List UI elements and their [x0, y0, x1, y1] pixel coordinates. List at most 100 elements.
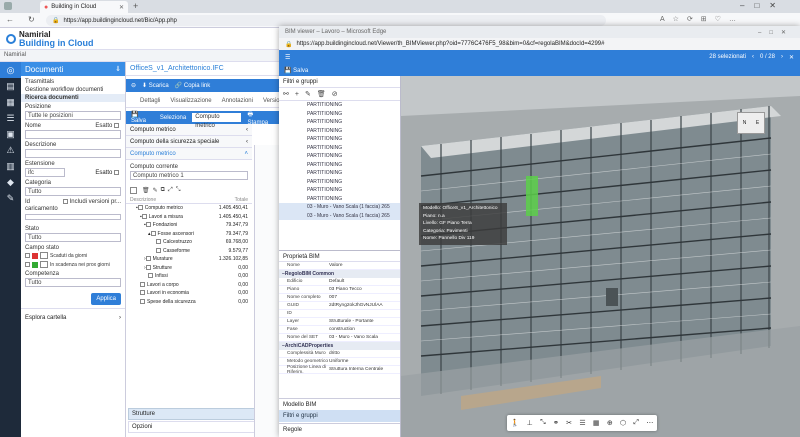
menu-icon[interactable]: ☰: [285, 54, 290, 61]
grid-nav-icon[interactable]: ▣: [0, 126, 21, 142]
scadenza-days-input[interactable]: [40, 261, 48, 269]
tree-row[interactable]: ▴ Fosse ascensori 79.347,79: [126, 230, 252, 239]
list-item-selected[interactable]: 03 - Muro - Vano Scala (1 faccia) 265: [279, 211, 400, 220]
walk-icon[interactable]: 🚶: [511, 419, 520, 427]
list-item[interactable]: PARTITIONING: [279, 127, 400, 136]
copia-link-button[interactable]: 🔗 Copia link: [175, 82, 211, 89]
wrench-nav-icon[interactable]: ✎: [0, 190, 21, 206]
back-circle-icon[interactable]: ⊖: [131, 82, 136, 89]
section-computo-open[interactable]: Computo metrico ˄: [126, 148, 252, 160]
list-item[interactable]: PARTITIONING: [279, 178, 400, 187]
add-icon[interactable]: +: [295, 91, 299, 98]
list-item[interactable]: PARTITIONING: [279, 161, 400, 170]
link-ricerca[interactable]: Ricerca documenti: [21, 94, 125, 102]
list-item[interactable]: PARTITIONING: [279, 110, 400, 119]
section-icon[interactable]: ⚭: [553, 419, 559, 427]
competenza-select[interactable]: Tutto: [25, 278, 121, 288]
edit-icon[interactable]: ✎: [305, 90, 311, 98]
computo-corrente-select[interactable]: Computo metrico 1: [130, 171, 248, 180]
layers-icon[interactable]: ☰: [579, 419, 585, 427]
tab-modello-bim[interactable]: Modello BIM: [279, 398, 400, 410]
esplora-cartella[interactable]: Esplora cartella: [25, 315, 66, 321]
delete-icon[interactable]: 🗑: [142, 187, 150, 194]
copy-icon[interactable]: ⧉: [161, 187, 165, 194]
url-field[interactable]: 🔒 https://app.buildingincloud.net/Bic/Ap…: [46, 15, 606, 26]
window-menu-icon[interactable]: [4, 2, 12, 10]
list-item[interactable]: PARTITIONING: [279, 195, 400, 204]
cube-icon[interactable]: ⬡: [620, 419, 626, 427]
tree-row[interactable]: ▪Computo metrico1.405.450,41: [126, 204, 252, 213]
grid-icon[interactable]: ▦: [593, 419, 600, 427]
back-icon[interactable]: ←: [6, 15, 14, 24]
tree-row[interactable]: ▪Lavori a misura1.405.450,41: [126, 213, 252, 222]
axis-icon[interactable]: ⊥: [527, 419, 533, 427]
applica-button[interactable]: Applica: [91, 293, 121, 306]
caricamento-input[interactable]: [25, 214, 121, 221]
tab-filtri-gruppi[interactable]: Filtri e gruppi: [279, 410, 400, 422]
new-tab-icon[interactable]: +: [133, 1, 138, 11]
popup-url[interactable]: https://app.buildingincloud.net/Viewer/t…: [296, 41, 604, 47]
tree-row[interactable]: ›Strutture0,00: [126, 264, 252, 273]
tag-nav-icon[interactable]: ◆: [0, 174, 21, 190]
calendar-nav-icon[interactable]: ▦: [0, 94, 21, 110]
props-group[interactable]: − RegoloBIM Common: [279, 270, 400, 278]
selection-count[interactable]: 28 selezionati: [709, 54, 746, 60]
scaduti-days-input[interactable]: [40, 252, 48, 260]
list-item[interactable]: PARTITIONING: [279, 152, 400, 161]
warning-nav-icon[interactable]: ⚠: [0, 142, 21, 158]
list-item[interactable]: PARTITIONING: [279, 118, 400, 127]
popup-window-controls[interactable]: –□✕: [758, 29, 794, 36]
scarica-button[interactable]: ⬇ Scarica: [142, 82, 169, 89]
zoom-icon[interactable]: ⊕: [607, 419, 613, 427]
tree-row[interactable]: ▪Fondazioni79.347,79: [126, 221, 252, 230]
tree-row[interactable]: Lavori a corpo 0,00: [126, 281, 252, 290]
edit-icon[interactable]: ✎: [153, 187, 158, 194]
esatto-checkbox[interactable]: [114, 123, 119, 128]
clear-icon[interactable]: ⊘: [332, 90, 338, 98]
section-computo-metrico[interactable]: Computo metrico ‹: [126, 124, 252, 136]
browser-tab[interactable]: ● Building in Cloud ✕: [40, 1, 128, 13]
tree-row[interactable]: Calcestruzzo 69.768,00: [126, 238, 252, 247]
estensione-input[interactable]: ifc: [25, 168, 65, 178]
link-workflow[interactable]: Gestione workflow documenti: [21, 86, 125, 94]
measure-icon[interactable]: ⤡: [540, 419, 546, 427]
list-nav-icon[interactable]: ☰: [0, 110, 21, 126]
next-icon[interactable]: ›: [781, 54, 783, 60]
nome-input[interactable]: [25, 130, 121, 140]
table-nav-icon[interactable]: ▥: [0, 158, 21, 174]
tab-visualizzazione[interactable]: Visualizzazione: [170, 98, 211, 104]
list-item[interactable]: PARTITIONING: [279, 101, 400, 110]
more-icon[interactable]: ⋯: [646, 419, 653, 427]
delete-icon[interactable]: 🗑: [317, 90, 326, 98]
stampa-button[interactable]: 🖶 Stampa: [247, 110, 274, 126]
pin-icon[interactable]: ⇓: [115, 65, 121, 73]
list-item[interactable]: PARTITIONING: [279, 186, 400, 195]
tab-annotazioni[interactable]: Annotazioni: [222, 98, 253, 104]
window-controls[interactable]: –□✕: [740, 1, 786, 10]
esatto-checkbox-2[interactable]: [114, 169, 119, 175]
close-icon[interactable]: ✕: [789, 54, 794, 61]
scadenza-checkbox[interactable]: [25, 262, 30, 268]
collapse-icon[interactable]: ⤡: [176, 187, 181, 194]
posizione-select[interactable]: Tutte le posizioni: [25, 111, 121, 120]
scaduti-checkbox[interactable]: [25, 253, 30, 259]
section-sicurezza[interactable]: Computo della sicurezza speciale ‹: [126, 136, 252, 148]
3d-viewport[interactable]: NE: [401, 76, 800, 437]
tree-row[interactable]: Casseforme 9.579,77: [126, 247, 252, 256]
browser-toolbar-icons[interactable]: A☆⟳⊞♡…: [660, 15, 744, 23]
documents-nav-icon[interactable]: ◎: [0, 62, 21, 78]
tab-regole[interactable]: Regole: [279, 423, 400, 435]
tree-row[interactable]: Lavori in economia 0,00: [126, 289, 252, 298]
tab-dettagli[interactable]: Dettagli: [140, 98, 160, 104]
list-item[interactable]: PARTITIONING: [279, 169, 400, 178]
filter-icon[interactable]: ⚯: [283, 90, 289, 98]
stato-select[interactable]: Tutto: [25, 233, 121, 243]
list-item[interactable]: PARTITIONING: [279, 144, 400, 153]
refresh-icon[interactable]: ↻: [28, 15, 35, 24]
computo-select[interactable]: Computo metrico: [192, 113, 242, 129]
props-group[interactable]: − ArchiCADProperties: [279, 342, 400, 350]
link-trasmittals[interactable]: Trasmittals: [21, 76, 125, 86]
tree-row[interactable]: Spese della sicurezza 0,00: [126, 298, 252, 307]
includi-checkbox[interactable]: [62, 199, 68, 205]
tree-row[interactable]: ›Murature1.326.102,85: [126, 255, 252, 264]
